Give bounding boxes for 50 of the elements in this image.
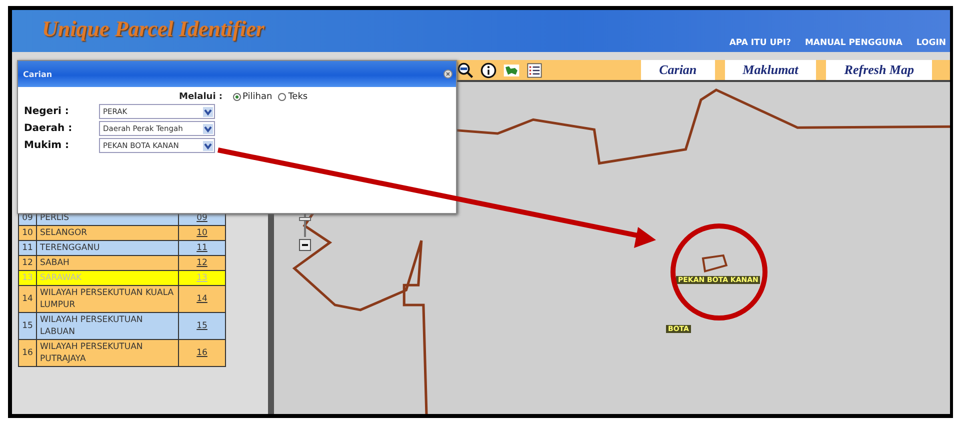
state-name: WILAYAH PERSEKUTUAN PUTRAJAYA [36,340,178,366]
state-code: 11 [18,240,36,256]
state-row[interactable]: 10 SELANGOR 10 [18,226,226,240]
field-label: Mukim : [24,140,70,151]
zoom-out-icon[interactable] [457,62,474,78]
state-name: SELANGOR [36,226,178,240]
state-name: TERENGGANU [36,240,178,256]
state-link[interactable]: 10 [196,228,208,238]
state-code: 14 [18,286,36,312]
nav-link[interactable]: MANUAL PENGGUNA [804,38,902,48]
state-link[interactable]: 16 [196,348,208,358]
chevron-down-icon[interactable] [203,106,213,116]
chevron-down-icon[interactable] [203,140,213,150]
close-icon[interactable] [443,69,453,79]
state-row[interactable]: 14 WILAYAH PERSEKUTUAN KUALA LUMPUR 14 [18,286,226,312]
state-row[interactable]: 12 SABAH 12 [18,256,226,270]
state-link[interactable]: 15 [196,321,208,331]
state-row[interactable]: 11 TERENGGANU 11 [18,240,226,256]
state-code: 12 [18,256,36,270]
state-code: 13 [18,270,36,286]
toolbar-button[interactable]: Refresh Map [826,60,932,80]
radio-option[interactable]: Pilihan [232,92,272,102]
field-label: Daerah : [24,123,74,134]
dialog-title: Carian [23,70,52,78]
zoom-slider-thumb[interactable] [299,216,311,220]
zoom-out-button[interactable] [299,239,311,251]
radio-option[interactable]: Teks [278,92,308,102]
toolbar-button[interactable]: Carian [641,60,715,80]
state-link[interactable]: 09 [196,213,208,223]
list-icon[interactable] [526,62,543,78]
app-title: Unique Parcel Identifier [42,16,264,42]
state-name: WILAYAH PERSEKUTUAN LABUAN [36,312,178,340]
state-name: SARAWAK [36,270,178,286]
parcel-outline [702,254,728,273]
state-code: 10 [18,226,36,240]
state-name: SABAH [36,256,178,270]
toolbar-button[interactable]: Maklumat [724,60,816,80]
state-link[interactable]: 11 [196,243,208,253]
state-link[interactable]: 12 [196,258,208,268]
chevron-down-icon[interactable] [203,124,213,134]
info-icon[interactable] [480,62,497,78]
state-code: 15 [18,312,36,340]
field-label: Negeri : [24,106,70,117]
state-name: WILAYAH PERSEKUTUAN KUALA LUMPUR [36,286,178,312]
search-by-label: Melalui : [179,92,223,102]
state-link[interactable]: 14 [196,294,208,304]
nav-link[interactable]: LOGIN [916,38,946,48]
map-icon[interactable] [503,62,520,78]
nav-link[interactable]: APA ITU UPI? [729,38,791,48]
state-code: 16 [18,340,36,366]
